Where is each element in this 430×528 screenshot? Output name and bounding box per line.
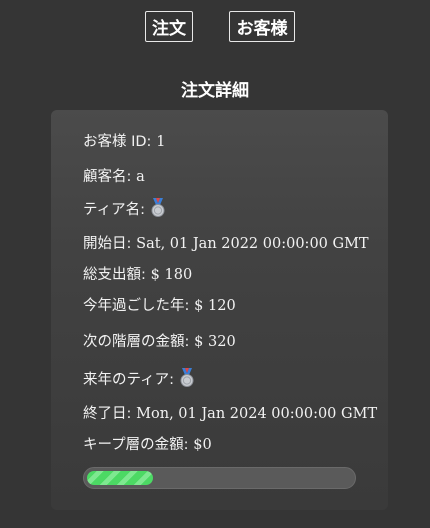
- top-nav: 注文 お客様: [0, 11, 430, 43]
- spent-this-year-label: 今年過ごした年:: [83, 298, 190, 314]
- silver-medal-icon: [180, 368, 194, 387]
- next-year-tier-row: 来年のティア:: [83, 368, 195, 390]
- tier-progress-fill: [87, 471, 153, 485]
- keep-tier-amount-row: キープ層の金額: $0: [83, 434, 212, 455]
- end-date-value: Mon, 01 Jan 2024 00:00:00 GMT: [136, 406, 378, 422]
- start-date-value: Sat, 01 Jan 2022 00:00:00 GMT: [136, 236, 369, 252]
- start-date-row: 開始日: Sat, 01 Jan 2022 00:00:00 GMT: [83, 233, 369, 254]
- customer-id-label: お客様 ID:: [83, 134, 152, 150]
- spent-this-year-row: 今年過ごした年: $ 120: [83, 295, 236, 316]
- tier-label: ティア名:: [83, 202, 146, 218]
- customers-button[interactable]: お客様: [229, 11, 295, 42]
- next-tier-amount-row: 次の階層の金額: $ 320: [83, 331, 236, 352]
- tier-progress-bar: [83, 467, 356, 489]
- end-date-label: 終了日:: [83, 406, 132, 422]
- total-spent-row: 総支出額: $ 180: [83, 264, 192, 285]
- start-date-label: 開始日:: [83, 236, 132, 252]
- end-date-row: 終了日: Mon, 01 Jan 2024 00:00:00 GMT: [83, 403, 377, 424]
- customer-name-row: 顧客名: a: [83, 166, 145, 187]
- customer-name-value: a: [136, 169, 145, 185]
- customer-name-label: 顧客名:: [83, 169, 132, 185]
- silver-medal-icon: [151, 198, 165, 217]
- page-title: 注文詳細: [181, 81, 249, 101]
- customer-id-value: 1: [156, 134, 166, 150]
- order-details-card: お客様 ID: 1 顧客名: a ティア名: 開始日: Sat, 01 Jan …: [51, 110, 388, 510]
- keep-tier-amount-label: キープ層の金額:: [83, 437, 189, 453]
- keep-tier-amount-value: $0: [193, 437, 212, 453]
- total-spent-label: 総支出額:: [83, 267, 146, 283]
- total-spent-value: $ 180: [150, 267, 193, 283]
- tier-row: ティア名:: [83, 198, 166, 220]
- next-year-tier-label: 来年のティア:: [83, 372, 175, 388]
- next-tier-amount-value: $ 320: [194, 334, 236, 350]
- customer-id-row: お客様 ID: 1: [83, 131, 165, 152]
- next-tier-amount-label: 次の階層の金額:: [83, 334, 190, 350]
- spent-this-year-value: $ 120: [194, 298, 236, 314]
- orders-button[interactable]: 注文: [145, 11, 193, 42]
